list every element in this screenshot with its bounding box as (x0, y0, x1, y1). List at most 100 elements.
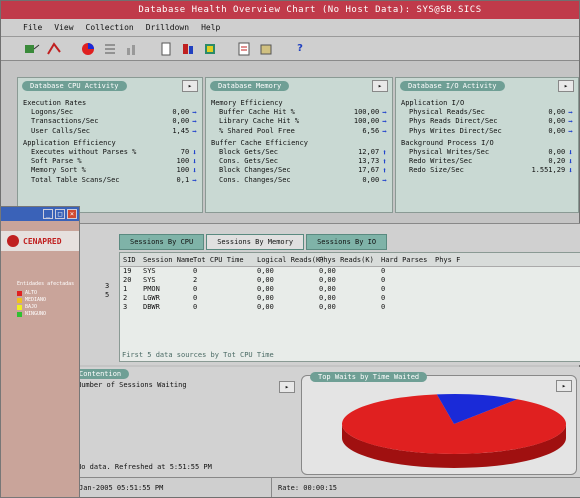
db-icon[interactable] (201, 40, 219, 58)
io-drilldown-button[interactable]: ▸ (558, 80, 574, 92)
table-cell: 0,00 (257, 294, 274, 302)
logo-mark-icon (7, 235, 19, 247)
help-icon[interactable]: ? (291, 40, 309, 58)
brand-name: CENAPRED (23, 236, 62, 246)
tab-sessions-by-io[interactable]: Sessions By IO (306, 234, 388, 250)
metric-row[interactable]: Physical Writes/Sec 0,00 ⬇ (401, 148, 573, 157)
list-icon[interactable] (101, 40, 119, 58)
bottom-area: Contention Number of Sessions Waiting ▸ … (1, 367, 580, 479)
menu-view[interactable]: View (54, 23, 73, 32)
side-number: 5 (105, 291, 110, 299)
group-title: Application Efficiency (23, 138, 116, 147)
memory-drilldown-button[interactable]: ▸ (372, 80, 388, 92)
table-cell: SYS (143, 267, 156, 275)
close-icon[interactable]: × (67, 209, 77, 219)
overlay-window: _ □ × CENAPRED Entidades afectadas ALTO M… (0, 206, 80, 498)
metric-row[interactable]: Soft Parse % 100 ⬇ (23, 157, 197, 166)
metric-row[interactable]: Transactions/Sec 0,00 ➡ (23, 117, 197, 126)
col-sid[interactable]: SID (120, 253, 140, 266)
table-row[interactable]: 20 SYS 2 0,00 0,00 0 (120, 276, 580, 285)
col-hard-parses[interactable]: Hard Parses (378, 253, 432, 266)
metric-label: Buffer Cache Hit % (219, 108, 295, 117)
trend-down-icon: ⬇ (568, 157, 573, 167)
table-cell: 20 (123, 276, 132, 284)
col-cpu-time[interactable]: Tot CPU Time (190, 253, 254, 266)
legend-label: NINGUNO (25, 311, 47, 317)
metric-value: 100,00 (353, 117, 380, 126)
metric-value: 13,73 (358, 157, 380, 166)
metric-row[interactable]: Executes without Parses % 70 ⬇ (23, 148, 197, 157)
trend-right-icon: ➡ (192, 108, 197, 118)
menu-help[interactable]: Help (201, 23, 220, 32)
doc-icon[interactable] (157, 40, 175, 58)
table-cell: 0 (193, 267, 198, 275)
metric-row[interactable]: Buffer Cache Hit % 100,00 ➡ (211, 108, 387, 117)
disconnect-icon[interactable] (45, 40, 63, 58)
metric-row[interactable]: Logons/Sec 0,00 ➡ (23, 108, 197, 117)
col-phys-f[interactable]: Phys F (432, 253, 472, 266)
trend-right-icon: ➡ (192, 117, 197, 127)
cpu-panel-body: Execution Rates Logons/Sec 0,00 ➡ Transactio… (18, 94, 202, 187)
bar-icon[interactable] (123, 40, 141, 58)
metric-row[interactable]: User Calls/Sec 1,45 ➡ (23, 127, 197, 136)
metric-row[interactable]: Redo Size/Sec 1.551,29 ⬇ (401, 166, 573, 175)
table-cell: 0,00 (319, 276, 336, 284)
metric-row[interactable]: % Shared Pool Free 6,56 ➡ (211, 127, 387, 136)
metric-row[interactable]: Block Changes/Sec 17,67 ⬆ (211, 166, 387, 175)
contention-label: Number of Sessions Waiting (77, 381, 187, 389)
minimize-icon[interactable]: _ (43, 209, 53, 219)
metric-row[interactable]: Block Gets/Sec 12,07 ⬆ (211, 148, 387, 157)
metric-row[interactable]: Total Table Scans/Sec 0,1 ➡ (23, 176, 197, 185)
col-phys-reads[interactable]: Phys Reads(K) (316, 253, 378, 266)
table-row[interactable]: 3 DBWR 0 0,00 0,00 0 (120, 303, 580, 312)
status-rate: Rate: 00:00:15 (271, 478, 337, 497)
metric-row[interactable]: Memory Sort % 100 ⬇ (23, 166, 197, 175)
table-cell: 0,00 (319, 285, 336, 293)
metric-row[interactable]: Physical Reads/Sec 0,00 ➡ (401, 108, 573, 117)
flag-icon[interactable] (179, 40, 197, 58)
metric-row[interactable]: Cons. Changes/Sec 0,00 ➡ (211, 176, 387, 185)
trend-up-icon: ⬆ (382, 157, 387, 167)
legend-label: MEDIANO (25, 297, 47, 303)
legend-swatch (17, 312, 22, 317)
trend-up-icon: ⬆ (382, 166, 387, 176)
metric-value: 1,45 (172, 126, 190, 135)
table-cell: 2 (123, 294, 128, 302)
map-legend: Entidades afectadas ALTO MEDIANO BAJO NINGU… (1, 281, 79, 318)
tab-sessions-by-memory[interactable]: Sessions By Memory (206, 234, 305, 250)
metric-value: 0,00 (548, 148, 566, 157)
menu-file[interactable]: File (23, 23, 42, 32)
group-title: Execution Rates (23, 99, 87, 107)
metric-label: Physical Reads/Sec (409, 108, 485, 117)
chart-icon[interactable] (79, 40, 97, 58)
trend-right-icon: ➡ (382, 108, 387, 118)
table-row[interactable]: 1 PMON 0 0,00 0,00 0 (120, 285, 580, 294)
metric-row[interactable]: Phys Reads Direct/Sec 0,00 ➡ (401, 117, 573, 126)
metric-value: 0,00 (548, 117, 566, 126)
metric-row[interactable]: Phys Writes Direct/Sec 0,00 ➡ (401, 127, 573, 136)
col-session-name[interactable]: Session Name (140, 253, 194, 266)
col-logical-reads[interactable]: Logical Reads(K) (254, 253, 324, 266)
metric-row[interactable]: Redo Writes/Sec 0,20 ⬇ (401, 157, 573, 166)
table-cell: 0 (193, 294, 198, 302)
cpu-drilldown-button[interactable]: ▸ (182, 80, 198, 92)
metric-row[interactable]: Library Cache Hit % 100,00 ➡ (211, 117, 387, 126)
trend-down-icon: ⬇ (568, 148, 573, 158)
trend-right-icon: ➡ (568, 126, 573, 136)
maximize-icon[interactable]: □ (55, 209, 65, 219)
table-row[interactable]: 2 LGWR 0 0,00 0,00 0 (120, 294, 580, 303)
overlay-titlebar: _ □ × (1, 207, 79, 221)
menu-collection[interactable]: Collection (86, 23, 134, 32)
table-row[interactable]: 19 SYS 0 0,00 0,00 0 (120, 267, 580, 276)
legend-item: BAJO (17, 304, 79, 311)
metric-label: Executes without Parses % (31, 148, 137, 157)
metric-row[interactable]: Cons. Gets/Sec 13,73 ⬆ (211, 157, 387, 166)
menu-drilldown[interactable]: Drilldown (146, 23, 189, 32)
contention-drilldown-button[interactable]: ▸ (279, 381, 295, 393)
table-cell: 0 (381, 294, 386, 302)
memory-panel-title: Database Memory (210, 81, 290, 91)
tab-sessions-by-cpu[interactable]: Sessions By CPU (119, 234, 205, 250)
export-icon[interactable] (257, 40, 275, 58)
connect-icon[interactable] (23, 40, 41, 58)
report-icon[interactable] (235, 40, 253, 58)
